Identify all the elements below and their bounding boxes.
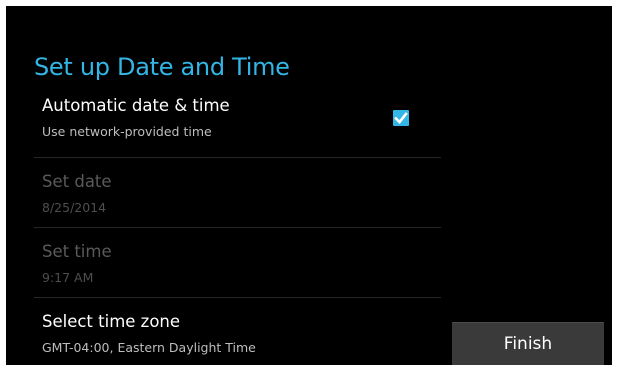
automatic-date-time-summary: Use network-provided time <box>42 124 212 139</box>
automatic-date-time-title: Automatic date & time <box>42 96 230 115</box>
set-time-item: Set time 9:17 AM <box>34 228 441 298</box>
set-time-title: Set time <box>42 242 112 261</box>
automatic-date-time-item[interactable]: Automatic date & time Use network-provid… <box>34 88 441 158</box>
select-time-zone-item[interactable]: Select time zone GMT-04:00, Eastern Dayl… <box>34 298 441 365</box>
checkbox-checked-icon <box>394 112 408 124</box>
setup-screen: Set up Date and Time Automatic date & ti… <box>6 6 612 365</box>
page-title: Set up Date and Time <box>34 53 290 81</box>
finish-button[interactable]: Finish <box>452 322 604 365</box>
set-date-title: Set date <box>42 172 112 191</box>
settings-list: Automatic date & time Use network-provid… <box>34 88 441 365</box>
select-time-zone-title: Select time zone <box>42 312 181 331</box>
set-date-summary: 8/25/2014 <box>42 200 107 215</box>
set-time-summary: 9:17 AM <box>42 270 94 285</box>
select-time-zone-summary: GMT-04:00, Eastern Daylight Time <box>42 340 256 355</box>
automatic-date-time-checkbox[interactable] <box>393 110 409 126</box>
set-date-item: Set date 8/25/2014 <box>34 158 441 228</box>
